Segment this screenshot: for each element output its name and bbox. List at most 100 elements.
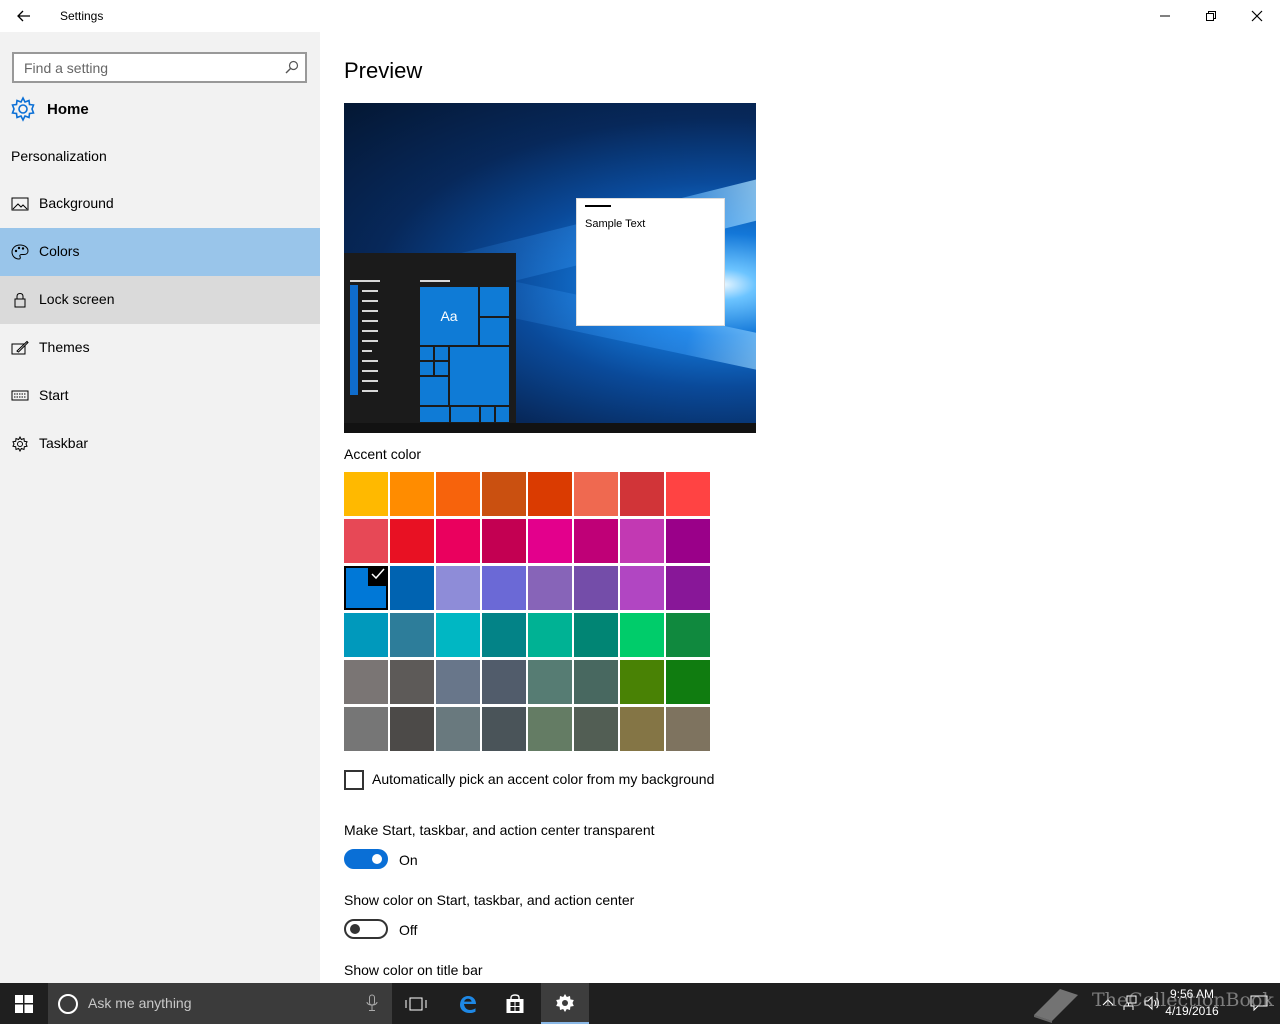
accent-color-swatch[interactable] <box>344 472 388 516</box>
windows-logo-icon <box>15 994 33 1013</box>
accent-color-swatch[interactable] <box>390 613 434 657</box>
auto-pick-checkbox[interactable] <box>344 770 364 790</box>
accent-color-swatch[interactable] <box>344 660 388 704</box>
task-view-icon <box>405 997 427 1010</box>
accent-color-swatch[interactable] <box>620 519 664 563</box>
back-button[interactable] <box>8 0 40 32</box>
edge-icon <box>460 995 476 1013</box>
search-setting-field[interactable]: Find a setting <box>12 52 307 83</box>
volume-icon[interactable] <box>1144 995 1160 1011</box>
accent-color-swatch[interactable] <box>666 519 710 563</box>
action-center-icon[interactable] <box>1250 995 1268 1011</box>
restore-button[interactable] <box>1188 0 1234 32</box>
accent-color-swatch[interactable] <box>436 613 480 657</box>
clock-date[interactable]: 4/19/2016 <box>1162 1004 1222 1018</box>
window-title: Settings <box>60 9 104 23</box>
settings-taskbar-button[interactable] <box>541 983 589 1024</box>
preview-line <box>362 350 372 352</box>
accent-color-swatch[interactable] <box>344 566 388 610</box>
accent-color-swatch[interactable] <box>390 566 434 610</box>
microphone-icon[interactable] <box>366 994 378 1012</box>
accent-color-swatch[interactable] <box>390 707 434 751</box>
sidebar-item-colors[interactable]: Colors <box>0 228 320 276</box>
auto-pick-label: Automatically pick an accent color from … <box>372 771 715 787</box>
store-button[interactable] <box>491 983 539 1024</box>
section-label: Personalization <box>11 148 107 164</box>
accent-color-swatch[interactable] <box>574 566 618 610</box>
show-color-start-toggle[interactable] <box>344 919 388 939</box>
accent-color-swatch[interactable] <box>344 707 388 751</box>
accent-color-swatch[interactable] <box>620 472 664 516</box>
accent-color-swatch[interactable] <box>574 707 618 751</box>
accent-color-swatch[interactable] <box>666 566 710 610</box>
accent-color-swatch[interactable] <box>436 519 480 563</box>
accent-color-swatch[interactable] <box>574 472 618 516</box>
settings-icon <box>556 993 574 1012</box>
accent-color-swatch[interactable] <box>482 519 526 563</box>
sidebar-item-lock-screen[interactable]: Lock screen <box>0 276 320 324</box>
accent-color-swatch[interactable] <box>436 707 480 751</box>
accent-color-swatch[interactable] <box>344 519 388 563</box>
accent-color-swatch[interactable] <box>482 613 526 657</box>
minimize-icon <box>1160 15 1170 17</box>
accent-color-swatch[interactable] <box>574 613 618 657</box>
accent-color-swatch[interactable] <box>390 519 434 563</box>
sidebar-item-label: Background <box>39 195 114 211</box>
accent-color-swatch[interactable] <box>528 613 572 657</box>
close-button[interactable] <box>1234 0 1280 32</box>
accent-color-swatch[interactable] <box>528 472 572 516</box>
accent-color-swatch[interactable] <box>574 519 618 563</box>
accent-color-swatch[interactable] <box>390 660 434 704</box>
sidebar-item-background[interactable]: Background <box>0 180 320 228</box>
accent-color-swatch[interactable] <box>666 707 710 751</box>
accent-color-swatch[interactable] <box>574 660 618 704</box>
accent-color-swatch[interactable] <box>620 660 664 704</box>
sidebar-item-label: Taskbar <box>39 435 89 451</box>
accent-color-swatch[interactable] <box>436 660 480 704</box>
minimize-button[interactable] <box>1142 0 1188 32</box>
accent-color-swatch[interactable] <box>620 707 664 751</box>
accent-color-swatch[interactable] <box>666 472 710 516</box>
accent-color-swatch[interactable] <box>666 660 710 704</box>
accent-color-swatch[interactable] <box>528 566 572 610</box>
preview-tile-text: Aa <box>440 308 458 324</box>
accent-color-swatch[interactable] <box>482 660 526 704</box>
accent-color-swatch[interactable] <box>482 566 526 610</box>
accent-color-swatch[interactable] <box>528 707 572 751</box>
network-icon[interactable] <box>1122 995 1138 1011</box>
sidebar-item-taskbar[interactable]: Taskbar <box>0 420 320 468</box>
cortana-search-box[interactable]: Ask me anything <box>48 983 392 1024</box>
transparency-toggle[interactable] <box>344 849 388 869</box>
preview-window: Sample Text <box>576 198 725 326</box>
accent-color-swatch[interactable] <box>528 519 572 563</box>
sidebar-item-label: Colors <box>39 243 80 259</box>
transparency-state: On <box>399 852 418 868</box>
keyboard-icon <box>11 390 29 401</box>
accent-color-swatch[interactable] <box>436 472 480 516</box>
accent-color-swatch[interactable] <box>482 707 526 751</box>
store-icon <box>506 993 524 1013</box>
accent-color-swatch[interactable] <box>482 472 526 516</box>
accent-color-swatch[interactable] <box>620 566 664 610</box>
start-button[interactable] <box>0 983 48 1024</box>
sidebar-item-start[interactable]: Start <box>0 372 320 420</box>
preview-heading: Preview <box>344 58 423 83</box>
preview-tile: Aa <box>419 286 479 346</box>
preview-start-menu: Aa <box>344 253 516 423</box>
preview-tile <box>419 406 450 423</box>
chevron-up-icon[interactable] <box>1102 998 1114 1006</box>
accent-color-swatch[interactable] <box>528 660 572 704</box>
preview-tile <box>434 361 449 376</box>
edge-button[interactable] <box>443 983 491 1024</box>
task-view-button[interactable] <box>392 983 440 1024</box>
accent-color-swatch[interactable] <box>390 472 434 516</box>
accent-color-swatch[interactable] <box>666 613 710 657</box>
accent-color-swatch[interactable] <box>344 613 388 657</box>
home-link[interactable]: Home <box>10 94 310 124</box>
search-icon[interactable] <box>285 60 299 74</box>
accent-color-swatch[interactable] <box>436 566 480 610</box>
accent-color-swatch[interactable] <box>620 613 664 657</box>
clock-time[interactable]: 9:56 AM <box>1162 987 1222 1001</box>
preview-tile <box>419 376 449 406</box>
sidebar-item-themes[interactable]: Themes <box>0 324 320 372</box>
